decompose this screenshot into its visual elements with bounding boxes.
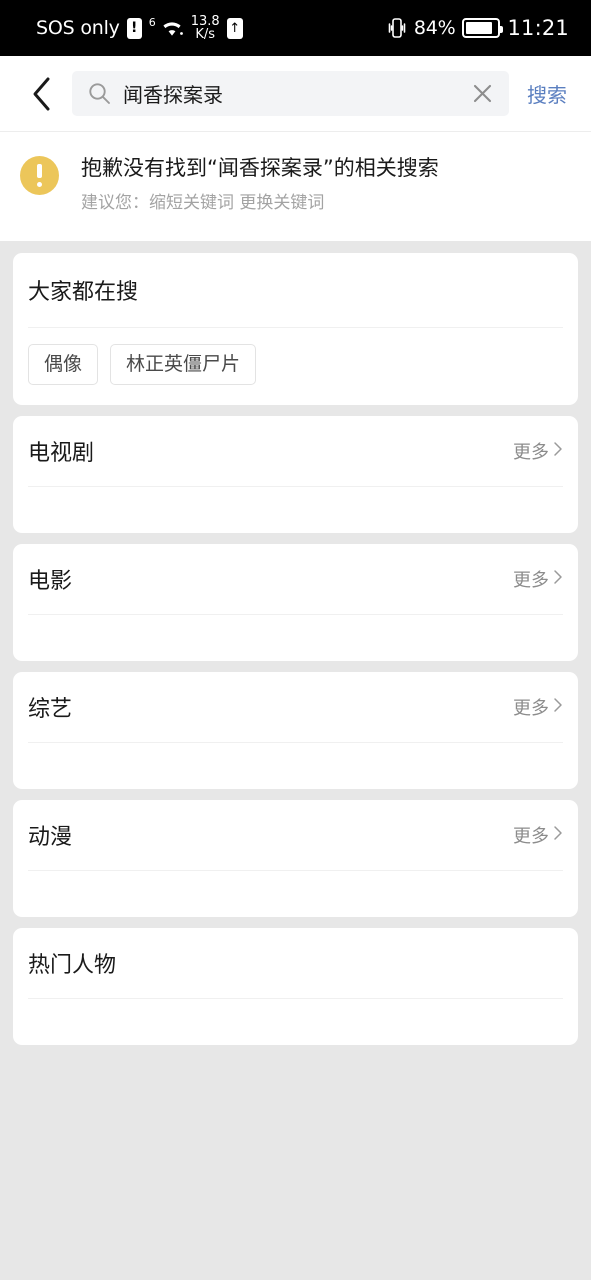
search-submit-button[interactable]: 搜索	[515, 73, 577, 114]
network-speed-unit: K/s	[195, 27, 216, 42]
search-input-value: 闻香探案录	[123, 83, 223, 107]
hot-search-card: 大家都在搜 偶像 林正英僵尸片	[13, 253, 578, 405]
search-input[interactable]: 闻香探案录	[72, 71, 509, 116]
search-icon	[88, 82, 123, 105]
section-title: 热门人物	[28, 953, 117, 978]
section-card-movies: 电影 更多	[13, 544, 578, 661]
phone-screen: SOS only ! 6 13.8 K/s ↑ 84% 11:21 闻香探案录 …	[0, 0, 591, 1280]
no-results-text: 抱歉没有找到“闻香探案录”的相关搜索 建议您：缩短关键词 更换关键词	[81, 154, 439, 215]
hot-search-header: 大家都在搜	[28, 253, 563, 327]
carrier-label: SOS only	[36, 17, 120, 39]
section-header: 热门人物	[28, 928, 563, 998]
section-title: 动漫	[28, 825, 73, 850]
recommendation-list[interactable]: 大家都在搜 偶像 林正英僵尸片 电视剧 更多 电影 更多 综艺 更多 动漫 更多…	[0, 241, 591, 1045]
alert-badge-icon: !	[126, 17, 142, 39]
network-speed: 13.8 K/s	[191, 15, 220, 41]
section-header: 动漫 更多	[28, 800, 563, 870]
vibrate-icon	[387, 17, 407, 39]
section-title: 电视剧	[28, 441, 95, 466]
no-results-title: 抱歉没有找到“闻香探案录”的相关搜索	[81, 156, 439, 180]
more-label: 更多	[513, 442, 549, 463]
search-header: 闻香探案录 搜索	[0, 56, 591, 132]
chevron-right-icon	[553, 697, 563, 718]
upload-arrow-icon: ↑	[226, 17, 243, 39]
no-results-notice: 抱歉没有找到“闻香探案录”的相关搜索 建议您：缩短关键词 更换关键词	[0, 132, 591, 241]
chevron-right-icon	[553, 441, 563, 462]
hot-search-tags: 偶像 林正英僵尸片	[28, 328, 563, 405]
section-header: 综艺 更多	[28, 672, 563, 742]
section-header: 电影 更多	[28, 544, 563, 614]
section-content	[28, 487, 563, 533]
battery-percent-label: 84%	[413, 17, 456, 39]
status-bar-left: SOS only ! 6 13.8 K/s ↑	[36, 15, 243, 41]
section-content	[28, 999, 563, 1045]
status-bar-right: 84% 11:21	[387, 16, 569, 40]
section-content	[28, 615, 563, 661]
hot-search-tag[interactable]: 林正英僵尸片	[110, 344, 257, 385]
battery-icon	[462, 18, 504, 38]
chevron-right-icon	[553, 825, 563, 846]
more-label: 更多	[513, 698, 549, 719]
no-results-suggestion: 建议您：缩短关键词 更换关键词	[81, 193, 325, 213]
more-button[interactable]: 更多	[493, 694, 563, 720]
section-card-anime: 动漫 更多	[13, 800, 578, 917]
clear-button[interactable]	[470, 81, 495, 106]
chevron-right-icon	[553, 569, 563, 590]
section-card-tv-series: 电视剧 更多	[13, 416, 578, 533]
chevron-left-icon	[30, 76, 52, 112]
more-button[interactable]: 更多	[493, 438, 563, 464]
section-header: 电视剧 更多	[28, 416, 563, 486]
section-title: 电影	[28, 569, 73, 594]
section-content	[28, 871, 563, 917]
section-card-variety: 综艺 更多	[13, 672, 578, 789]
hot-search-title: 大家都在搜	[28, 280, 139, 305]
section-content	[28, 743, 563, 789]
back-button[interactable]	[20, 70, 62, 118]
more-button[interactable]: 更多	[493, 822, 563, 848]
wifi-icon	[160, 18, 184, 38]
more-label: 更多	[513, 570, 549, 591]
status-bar: SOS only ! 6 13.8 K/s ↑ 84% 11:21	[0, 0, 591, 56]
more-label: 更多	[513, 826, 549, 847]
section-card-popular-people: 热门人物	[13, 928, 578, 1045]
exclamation-circle-icon	[20, 156, 59, 195]
more-button[interactable]: 更多	[493, 566, 563, 592]
hot-search-tag[interactable]: 偶像	[28, 344, 99, 385]
section-title: 综艺	[28, 697, 73, 722]
clock-label: 11:21	[507, 16, 569, 40]
network-generation-label: 6	[148, 15, 156, 29]
